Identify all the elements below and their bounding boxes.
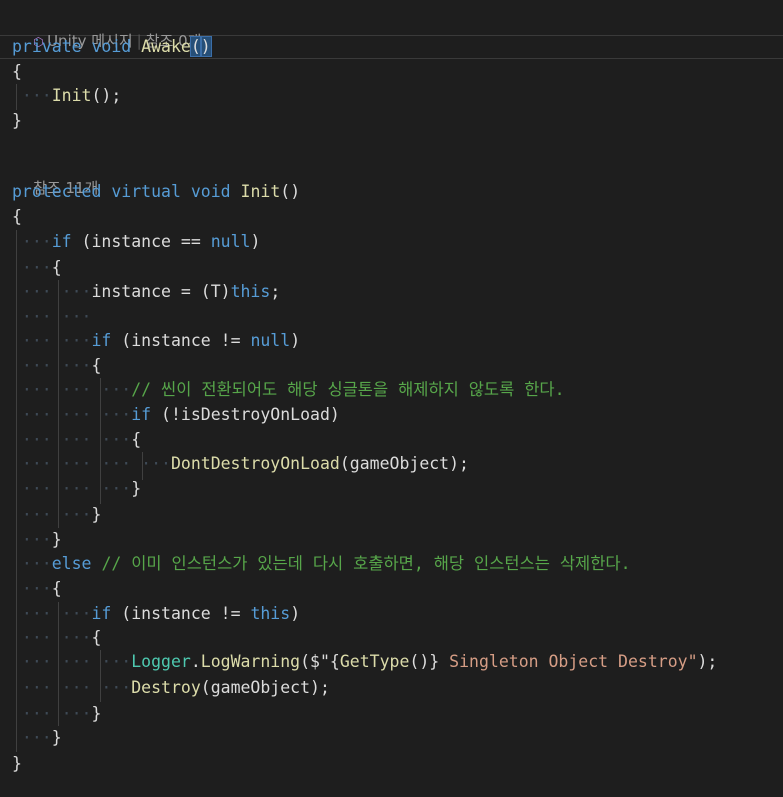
code-text: instance = (T) [91,282,231,301]
code-line-19[interactable]: else // 이미 인스턴스가 있는데 다시 호출하면, 해당 인스턴스는 삭… [12,552,631,576]
method-name: Awake [141,37,191,56]
method-name: Init [240,182,281,201]
code-line-2[interactable]: { [12,60,22,84]
code-text: { [91,628,102,647]
code-line-4[interactable]: } [12,109,22,133]
code-line-3[interactable]: Init(); [12,84,122,108]
bracket-highlight: ) [199,36,212,57]
code-text: (instance != [111,604,251,623]
code-line-24[interactable]: Destroy(gameObject); [12,676,330,700]
code-line-12[interactable]: // 씬이 전환되어도 해당 싱글톤을 해제하지 않도록 한다. [12,378,565,402]
method-call: Init [51,86,92,105]
keyword: virtual [111,182,181,201]
keyword: else [51,554,92,573]
code-text: { [51,579,62,598]
keyword: if [51,232,72,251]
code-line-14[interactable]: { [12,428,141,452]
code-text: (gameObject); [200,678,330,697]
keyword: void [91,37,132,56]
code-line-26[interactable]: } [12,726,62,750]
code-text: { [51,258,62,277]
code-line-23[interactable]: Logger.LogWarning($"{GetType()} Singleto… [12,650,717,674]
code-text: } [91,704,102,723]
code-line-9[interactable]: instance = (T)this; [12,280,280,304]
code-text: (instance != [111,331,251,350]
bracket-highlight: ( [189,36,202,57]
method-call: DontDestroyOnLoad [170,454,340,473]
method-call: GetType [339,652,410,671]
code-line-25[interactable]: } [12,702,101,726]
class-name: Logger [131,652,191,671]
code-line-27[interactable]: } [12,752,22,776]
code-text: (instance == [71,232,211,251]
codelens-awake: ⬡ Unity 메시지 | 참조 0개 [14,11,201,50]
keyword: if [131,405,152,424]
code-editor[interactable]: ··· ··· ··· ··· ··· ··· ··· ··· ··· ··· … [0,0,783,797]
code-line-6[interactable]: { [12,205,22,229]
code-text: } [131,479,142,498]
code-text: ); [697,652,718,671]
comment: // 씬이 전환되어도 해당 싱글톤을 해제하지 않도록 한다. [131,380,565,399]
code-line-16[interactable]: } [12,477,141,501]
code-text: ()} [409,652,440,671]
method-call: LogWarning [200,652,301,671]
code-text: (!isDestroyOnLoad) [151,405,340,424]
code-text: } [91,505,102,524]
string-literal: Singleton Object Destroy" [439,652,698,671]
code-text: ) [250,232,261,251]
code-text: ) [290,604,301,623]
keyword: null [250,331,291,350]
code-text: ($"{ [300,652,340,671]
keyword: private [12,37,82,56]
code-text: } [51,530,62,549]
code-text: ) [290,331,301,350]
keyword: null [210,232,251,251]
code-text: { [91,356,102,375]
code-line-21[interactable]: if (instance != this) [12,602,300,626]
keyword: void [190,182,231,201]
code-text: { [131,430,142,449]
code-line-20[interactable]: { [12,577,62,601]
code-line-1[interactable]: private void Awake() [12,35,212,59]
code-line-17[interactable]: } [12,503,101,527]
whitespace-dots: ··· ··· [12,307,92,326]
code-line-5[interactable]: protected virtual void Init() [12,180,300,204]
codelens-init: 참조 11개 [14,158,98,197]
code-line-13[interactable]: if (!isDestroyOnLoad) [12,403,340,427]
code-line-8[interactable]: { [12,256,62,280]
code-line-7[interactable]: if (instance == null) [12,230,261,254]
code-text: (); [91,86,122,105]
code-text: ; [270,282,281,301]
code-text: . [190,652,201,671]
code-line-22[interactable]: { [12,626,101,650]
keyword: this [250,604,291,623]
code-text: () [280,182,301,201]
code-text: } [51,728,62,747]
code-line-18[interactable]: } [12,528,62,552]
keyword: protected [12,182,102,201]
method-call: Destroy [131,678,201,697]
keyword: if [91,331,112,350]
code-line-10[interactable]: if (instance != null) [12,329,300,353]
comment: // 이미 인스턴스가 있는데 다시 호출하면, 해당 인스턴스는 삭제한다. [101,554,631,573]
code-line-15[interactable]: DontDestroyOnLoad(gameObject); [12,452,469,476]
code-text: (gameObject); [339,454,469,473]
keyword: this [230,282,271,301]
keyword: if [91,604,112,623]
code-line-11[interactable]: { [12,354,101,378]
